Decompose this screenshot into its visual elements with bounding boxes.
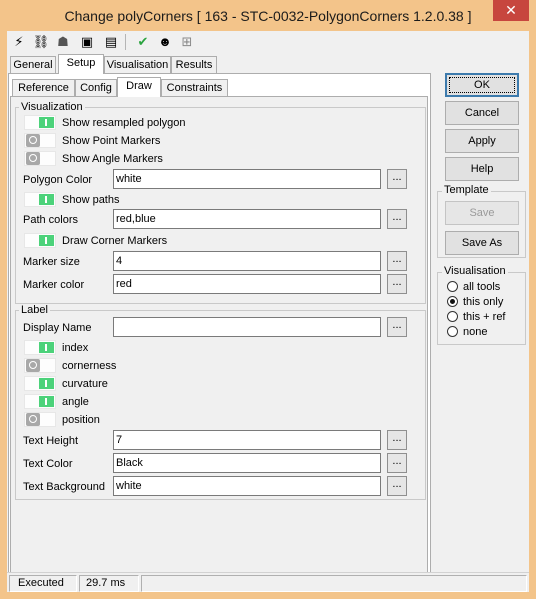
document-icon[interactable]: ▤ — [102, 33, 120, 51]
tab-config[interactable]: Config — [75, 79, 117, 97]
text-background-field[interactable]: white — [113, 476, 381, 496]
marker-color-label: Marker color — [23, 279, 85, 291]
marker-size-label: Marker size — [23, 256, 80, 268]
toolbar: ⚡ ⛓ ☗ ▣ ▤ ✔ ☻ ⊞ — [7, 31, 529, 53]
tab-results[interactable]: Results — [171, 56, 217, 74]
tab-general[interactable]: General — [10, 56, 56, 74]
tab-setup[interactable]: Setup — [58, 54, 104, 74]
dialog-client: ⚡ ⛓ ☗ ▣ ▤ ✔ ☻ ⊞ General Setup Visualisat… — [7, 31, 529, 592]
index-toggle[interactable] — [24, 340, 56, 355]
visualization-legend: Visualization — [19, 101, 85, 114]
show-paths-toggle[interactable] — [24, 192, 56, 207]
show-paths-label: Show paths — [62, 194, 120, 206]
label-legend: Label — [19, 304, 50, 317]
link-icon[interactable]: ⛓ — [32, 33, 50, 51]
text-color-field[interactable]: Black — [113, 453, 381, 473]
radio-this-only[interactable] — [447, 296, 458, 307]
marker-color-field[interactable]: red — [113, 274, 381, 294]
path-colors-browse-button[interactable]: ... — [387, 209, 407, 229]
draw-corner-markers-toggle[interactable] — [24, 233, 56, 248]
toolbar-separator — [125, 34, 126, 50]
angle-label: angle — [62, 396, 89, 408]
cornerness-label: cornerness — [62, 360, 117, 372]
show-point-markers-label: Show Point Markers — [62, 135, 161, 147]
polygon-color-field[interactable]: white — [113, 169, 381, 189]
marker-size-browse-button[interactable]: ... — [387, 251, 407, 271]
apply-button[interactable]: Apply — [445, 129, 519, 153]
path-colors-label: Path colors — [23, 214, 79, 226]
window-title: Change polyCorners [ 163 - STC-0032-Poly… — [64, 8, 472, 24]
show-point-markers-toggle[interactable] — [24, 133, 56, 148]
text-color-browse-button[interactable]: ... — [387, 453, 407, 473]
path-colors-field[interactable]: red,blue — [113, 209, 381, 229]
text-height-label: Text Height — [23, 435, 79, 447]
text-background-label: Text Background — [23, 481, 105, 493]
template-legend: Template — [442, 184, 491, 197]
visualisation-legend: Visualisation — [442, 265, 508, 278]
text-height-field[interactable]: 7 — [113, 430, 381, 450]
tab-constraints[interactable]: Constraints — [161, 79, 228, 97]
tab-draw[interactable]: Draw — [117, 77, 161, 97]
title-bar: Change polyCorners [ 163 - STC-0032-Poly… — [0, 0, 536, 32]
tab-visualisation[interactable]: Visualisation — [104, 56, 171, 74]
grid-icon[interactable]: ⊞ — [178, 33, 196, 51]
radio-this-only-label: this only — [463, 296, 504, 308]
radio-none[interactable] — [447, 326, 458, 337]
display-name-browse-button[interactable]: ... — [387, 317, 407, 337]
ok-button-label: OK — [449, 77, 515, 93]
radio-none-label: none — [463, 326, 488, 338]
ok-button[interactable]: OK — [445, 73, 519, 97]
marker-color-browse-button[interactable]: ... — [387, 274, 407, 294]
draw-corner-markers-label: Draw Corner Markers — [62, 235, 168, 247]
index-label: index — [62, 342, 89, 354]
show-angle-markers-label: Show Angle Markers — [62, 153, 163, 165]
lightning-icon[interactable]: ⚡ — [10, 33, 28, 51]
help-button[interactable]: Help — [445, 157, 519, 181]
console-icon[interactable]: ▣ — [78, 33, 96, 51]
user-settings-icon[interactable]: ☻ — [156, 33, 174, 51]
position-label: position — [62, 414, 100, 426]
angle-toggle[interactable] — [24, 394, 56, 409]
marker-size-field[interactable]: 4 — [113, 251, 381, 271]
cornerness-toggle[interactable] — [24, 358, 56, 373]
close-button[interactable]: ✕ — [493, 0, 529, 21]
curvature-toggle[interactable] — [24, 376, 56, 391]
text-color-label: Text Color — [23, 458, 73, 470]
radio-all-tools-label: all tools — [463, 281, 501, 293]
show-resampled-toggle[interactable] — [24, 115, 56, 130]
cancel-button[interactable]: Cancel — [445, 101, 519, 125]
check-icon[interactable]: ✔ — [134, 33, 152, 51]
tab-reference[interactable]: Reference — [12, 79, 75, 97]
text-height-browse-button[interactable]: ... — [387, 430, 407, 450]
puzzle-icon[interactable]: ☗ — [54, 33, 72, 51]
radio-this-plus-ref-label: this + ref — [463, 311, 506, 323]
status-message — [141, 575, 527, 592]
display-name-field[interactable] — [113, 317, 381, 337]
display-name-label: Display Name — [23, 322, 92, 334]
show-resampled-label: Show resampled polygon — [62, 117, 186, 129]
status-time: 29.7 ms — [79, 575, 139, 592]
template-save-as-button[interactable]: Save As — [445, 231, 519, 255]
template-save-button[interactable]: Save — [445, 201, 519, 225]
radio-all-tools[interactable] — [447, 281, 458, 292]
show-angle-markers-toggle[interactable] — [24, 151, 56, 166]
text-background-browse-button[interactable]: ... — [387, 476, 407, 496]
polygon-color-label: Polygon Color — [23, 174, 93, 186]
polygon-color-browse-button[interactable]: ... — [387, 169, 407, 189]
position-toggle[interactable] — [24, 412, 56, 427]
status-bar: Executed 29.7 ms — [7, 572, 529, 592]
curvature-label: curvature — [62, 378, 108, 390]
radio-this-plus-ref[interactable] — [447, 311, 458, 322]
status-state: Executed — [9, 575, 77, 592]
